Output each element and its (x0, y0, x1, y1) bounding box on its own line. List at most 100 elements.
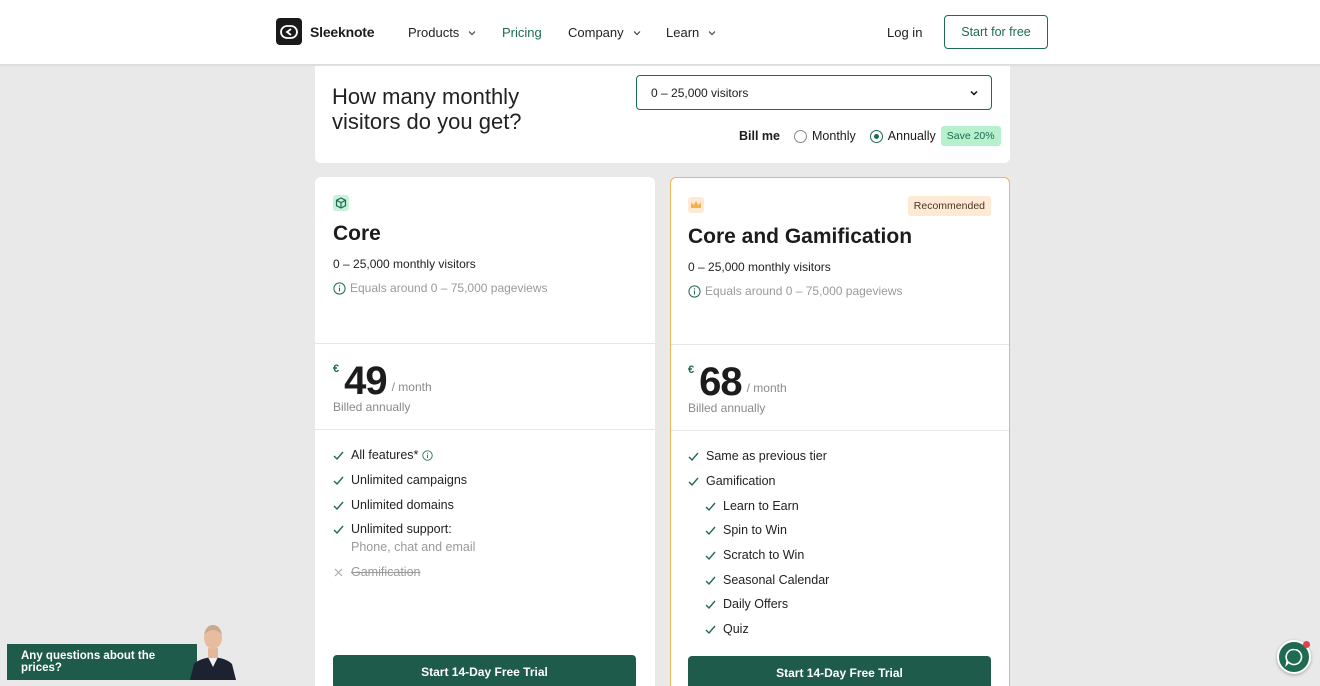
radio-annually[interactable] (869, 129, 883, 143)
divider (671, 344, 1009, 345)
check-icon (688, 452, 699, 461)
divider (315, 343, 655, 344)
check-icon (705, 551, 716, 560)
check-icon (688, 477, 699, 486)
feature-text: Seasonal Calendar (723, 573, 830, 587)
check-icon (333, 525, 344, 534)
divider (671, 430, 1009, 431)
check-icon (333, 451, 344, 460)
annually-label[interactable]: Annually (888, 129, 936, 143)
chevron-down-icon (468, 30, 476, 35)
info-icon[interactable] (688, 284, 701, 298)
radio-monthly[interactable] (794, 129, 807, 143)
feature-text: All features* (351, 448, 419, 462)
feature-text: Daily Offers (723, 597, 789, 611)
price: € 49 / month (333, 361, 432, 401)
nav-products-label: Products (408, 25, 460, 40)
billed-note: Billed annually (333, 400, 411, 414)
sub-feature-item: Learn to Earn (705, 499, 799, 513)
check-icon (705, 526, 716, 535)
chevron-down-icon (708, 30, 716, 35)
feature-text: Learn to Earn (723, 499, 799, 513)
feature-subtext: Phone, chat and email (351, 540, 476, 554)
price-period: / month (391, 380, 432, 394)
price-amount: 49 (344, 359, 387, 403)
crown-icon (688, 197, 704, 213)
info-icon[interactable] (333, 281, 346, 295)
feature-text: Spin to Win (723, 523, 787, 537)
check-icon (333, 476, 344, 485)
visitors-select[interactable]: 0 – 25,000 visitors (636, 75, 992, 110)
nav-pricing-label: Pricing (502, 25, 542, 40)
bill-me-label: Bill me (739, 129, 780, 143)
support-agent-avatar[interactable] (186, 620, 240, 680)
feature-text: Unlimited support: (351, 522, 452, 536)
price-amount: 68 (699, 360, 742, 404)
visitors-panel: How many monthly visitors do you get? 0 … (315, 66, 1010, 163)
logo[interactable]: Sleeknote (276, 18, 375, 45)
sub-feature-item: Quiz (705, 622, 749, 636)
chevron-down-icon (633, 30, 641, 35)
plan-pageviews-text: Equals around 0 – 75,000 pageviews (350, 281, 548, 295)
nav-company[interactable]: Company (568, 25, 641, 40)
start-for-free-button[interactable]: Start for free (944, 15, 1048, 49)
sub-feature-item: Spin to Win (705, 523, 787, 537)
billed-note: Billed annually (688, 401, 766, 415)
site-header: Sleeknote Products Pricing Company Learn… (0, 0, 1320, 65)
feature-item: Same as previous tier (688, 449, 827, 463)
feature-item: Unlimited domains (333, 498, 454, 512)
plan-title: Core (333, 222, 381, 245)
price-questions-widget[interactable]: Any questions about the prices? (7, 644, 197, 680)
plan-visitors: 0 – 25,000 monthly visitors (688, 260, 831, 274)
price-period: / month (746, 381, 787, 395)
visitors-question: How many monthly visitors do you get? (332, 84, 522, 134)
nav-learn[interactable]: Learn (666, 25, 716, 40)
check-icon (705, 625, 716, 634)
visitors-question-line1: How many monthly (332, 84, 520, 109)
login-link[interactable]: Log in (887, 25, 922, 40)
feature-text: Same as previous tier (706, 449, 827, 463)
feature-item-excluded: Gamification (333, 565, 420, 579)
save-badge: Save 20% (940, 126, 1001, 146)
monthly-label[interactable]: Monthly (812, 129, 856, 143)
feature-text: Quiz (723, 622, 749, 636)
feature-text: Gamification (351, 565, 421, 579)
cross-icon (334, 568, 343, 576)
feature-text: Scratch to Win (723, 548, 805, 562)
check-icon (705, 502, 716, 511)
sub-feature-item: Seasonal Calendar (705, 573, 829, 587)
recommended-badge: Recommended (907, 196, 991, 216)
brand-name: Sleeknote (310, 23, 375, 40)
plan-card-core: Core 0 – 25,000 monthly visitors Equals … (315, 177, 655, 686)
feature-item: Unlimited campaigns (333, 473, 467, 487)
plan-pageviews: Equals around 0 – 75,000 pageviews (333, 281, 547, 295)
chat-bubble-icon (1285, 648, 1303, 667)
nav-company-label: Company (568, 25, 624, 40)
plan-pageviews: Equals around 0 – 75,000 pageviews (688, 284, 902, 298)
plan-visitors: 0 – 25,000 monthly visitors (333, 257, 476, 271)
start-trial-button-gamification[interactable]: Start 14-Day Free Trial (688, 656, 991, 686)
check-icon (705, 576, 716, 585)
plan-pageviews-text: Equals around 0 – 75,000 pageviews (705, 284, 903, 298)
nav-pricing[interactable]: Pricing (502, 25, 542, 40)
currency: € (688, 364, 695, 376)
chevron-down-icon (970, 90, 978, 96)
info-icon[interactable] (422, 449, 434, 461)
cube-icon (333, 195, 349, 211)
visitors-select-value: 0 – 25,000 visitors (651, 85, 749, 100)
visitors-question-line2: visitors do you get? (332, 109, 522, 134)
feature-item: All features* (333, 448, 437, 462)
currency: € (333, 363, 340, 375)
feature-text: Unlimited domains (351, 498, 454, 512)
plan-title: Core and Gamification (688, 225, 913, 248)
plan-card-gamification: Recommended Core and Gamification 0 – 25… (670, 177, 1010, 686)
sleeknote-logo-icon (276, 18, 302, 45)
start-trial-button-core[interactable]: Start 14-Day Free Trial (333, 655, 636, 686)
feature-text: Gamification (706, 474, 776, 488)
divider (315, 429, 655, 430)
nav-products[interactable]: Products (408, 25, 476, 40)
sub-feature-item: Scratch to Win (705, 548, 804, 562)
nav-learn-label: Learn (666, 25, 700, 40)
notification-dot (1303, 641, 1310, 648)
check-icon (333, 501, 344, 510)
